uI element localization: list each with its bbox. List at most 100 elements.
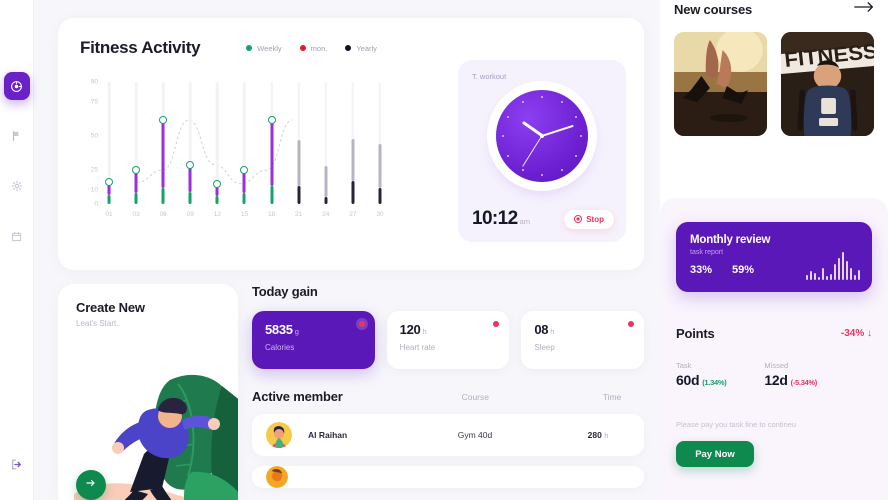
clock-hour-tick — [541, 174, 543, 176]
table-row[interactable]: Al Raihan Gym 40d 280 h — [252, 414, 644, 456]
x-tick-label: 12 — [213, 211, 221, 218]
chart-bar[interactable] — [237, 76, 251, 204]
chart-data-marker[interactable] — [159, 115, 168, 124]
gain-card-sleep[interactable]: 08 h Sleep — [521, 311, 645, 369]
chart-bar[interactable] — [292, 76, 306, 204]
chart-data-marker[interactable] — [240, 166, 249, 175]
chart-bar[interactable] — [265, 76, 279, 204]
arrow-right-icon[interactable] — [854, 0, 874, 18]
gain-unit: g — [294, 327, 299, 336]
stop-button[interactable]: Stop — [564, 209, 614, 229]
chart-data-marker[interactable] — [267, 115, 276, 124]
gain-card-heart-rate[interactable]: 120 h Heart rate — [386, 311, 510, 369]
create-new-card[interactable]: Create New Leat's Start.. — [58, 284, 238, 500]
pay-note: Please pay you task fine to contineu — [676, 420, 797, 429]
course-card-running[interactable] — [674, 32, 767, 136]
active-member-header: Active member Course Time — [252, 389, 644, 404]
y-tick-label: 50 — [90, 132, 98, 140]
chart-data-marker[interactable] — [105, 178, 113, 187]
course-card-fitness[interactable]: FITNESS — [781, 32, 874, 136]
sparkline-bar — [842, 252, 844, 280]
avatar — [266, 466, 288, 488]
chart-bar-weekly — [161, 187, 165, 204]
clock-hour-tick — [507, 154, 510, 157]
sparkline-bar — [822, 268, 824, 280]
gain-value: 5835 g — [265, 322, 299, 337]
kpi-missed-label: Missed — [764, 361, 789, 370]
sidebar-item-reports[interactable] — [4, 122, 30, 150]
sidebar-item-dashboard[interactable] — [3, 72, 30, 100]
chart-bar[interactable] — [102, 76, 116, 204]
chart-bar-monthly — [270, 119, 274, 187]
gain-unit: h — [422, 327, 427, 336]
x-tick-label: 24 — [322, 211, 330, 218]
course-cards: FITNESS — [674, 32, 874, 136]
chart-bar[interactable] — [210, 76, 224, 204]
legend-item-yearly[interactable]: Yearly — [345, 44, 377, 53]
kpi-task-value: 60d (1.34%) — [676, 372, 727, 388]
chart-bar[interactable] — [156, 76, 170, 204]
sidebar-item-calendar[interactable] — [4, 222, 30, 250]
legend-item-weekly[interactable]: Weekly — [246, 43, 282, 53]
monthly-review-card[interactable]: Monthly review task report 33% 59% — [676, 222, 872, 292]
gain-label: Heart rate — [399, 343, 436, 352]
chart-legend: Weekly mon. Yearly — [246, 44, 377, 53]
gain-card-calories[interactable]: 5835 g Calories — [252, 311, 375, 369]
chart-bar-yearly-upper — [351, 138, 355, 181]
kpi-task-change: (1.34%) — [702, 378, 727, 387]
clock-hour-tick — [574, 154, 577, 157]
chart-y-axis: 90 75 50 25 10 0 — [80, 76, 102, 208]
timer-time: 10:12 — [472, 208, 518, 229]
table-row[interactable] — [252, 466, 644, 488]
create-new-title: Create New — [76, 300, 145, 315]
legend-item-mon[interactable]: mon. — [299, 44, 327, 53]
stop-icon — [574, 215, 583, 223]
pay-now-button[interactable]: Pay Now — [676, 441, 754, 467]
sparkline-bar — [834, 264, 836, 280]
chart-x-axis: 01 03 06 09 12 15 18 21 24 27 30 — [102, 211, 387, 218]
chart-data-marker[interactable] — [132, 166, 141, 175]
chart-bar[interactable] — [319, 76, 333, 204]
x-tick-label: 01 — [105, 211, 113, 218]
gain-label: Calories — [265, 343, 295, 352]
y-tick-label: 25 — [90, 166, 98, 174]
sparkline-bar — [858, 270, 860, 280]
chart-bar[interactable] — [183, 76, 197, 204]
sparkline-bar — [838, 258, 840, 280]
x-tick-label: 03 — [132, 211, 140, 218]
chart-data-marker[interactable] — [186, 160, 195, 169]
x-tick-label: 30 — [376, 211, 384, 218]
legend-dot-weekly — [246, 45, 253, 51]
monthly-review-pct-a: 33% — [690, 264, 713, 276]
gain-value: 08 h — [534, 322, 555, 337]
kpi-task-label: Task — [676, 361, 692, 370]
sparkline-bar — [818, 277, 820, 280]
clock-hour-tick — [560, 101, 563, 104]
chart-bar[interactable] — [346, 76, 360, 204]
status-badge — [493, 321, 500, 327]
sidebar-item-logout[interactable] — [4, 450, 30, 478]
monthly-review-title: Monthly review — [690, 234, 771, 246]
chart-bar[interactable] — [373, 76, 387, 204]
analog-clock — [496, 90, 588, 182]
clock-hour-tick — [502, 135, 504, 137]
legend-label-weekly: Weekly — [257, 43, 282, 53]
sparkline-bar — [806, 275, 808, 280]
chart-bar-weekly — [188, 191, 192, 204]
create-new-button[interactable] — [76, 470, 106, 500]
arrow-right-icon — [85, 476, 97, 494]
clock-hour-tick — [507, 115, 510, 118]
chart-bar[interactable] — [129, 76, 143, 204]
monthly-review-sparkline — [806, 252, 860, 280]
chart-data-marker[interactable] — [213, 179, 222, 188]
member-time: 280 h — [566, 430, 630, 440]
chart-bar-weekly — [215, 195, 219, 204]
review-points-panel: Monthly review task report 33% 59% Point… — [660, 198, 888, 500]
gain-label: Sleep — [534, 343, 555, 352]
logout-icon — [10, 458, 23, 471]
member-time-value: 280 — [587, 430, 602, 440]
chart-bar-weekly — [107, 194, 111, 204]
points-title: Points — [676, 326, 715, 341]
sidebar-item-settings[interactable] — [4, 172, 30, 200]
arrow-down-icon: ↓ — [867, 328, 872, 339]
